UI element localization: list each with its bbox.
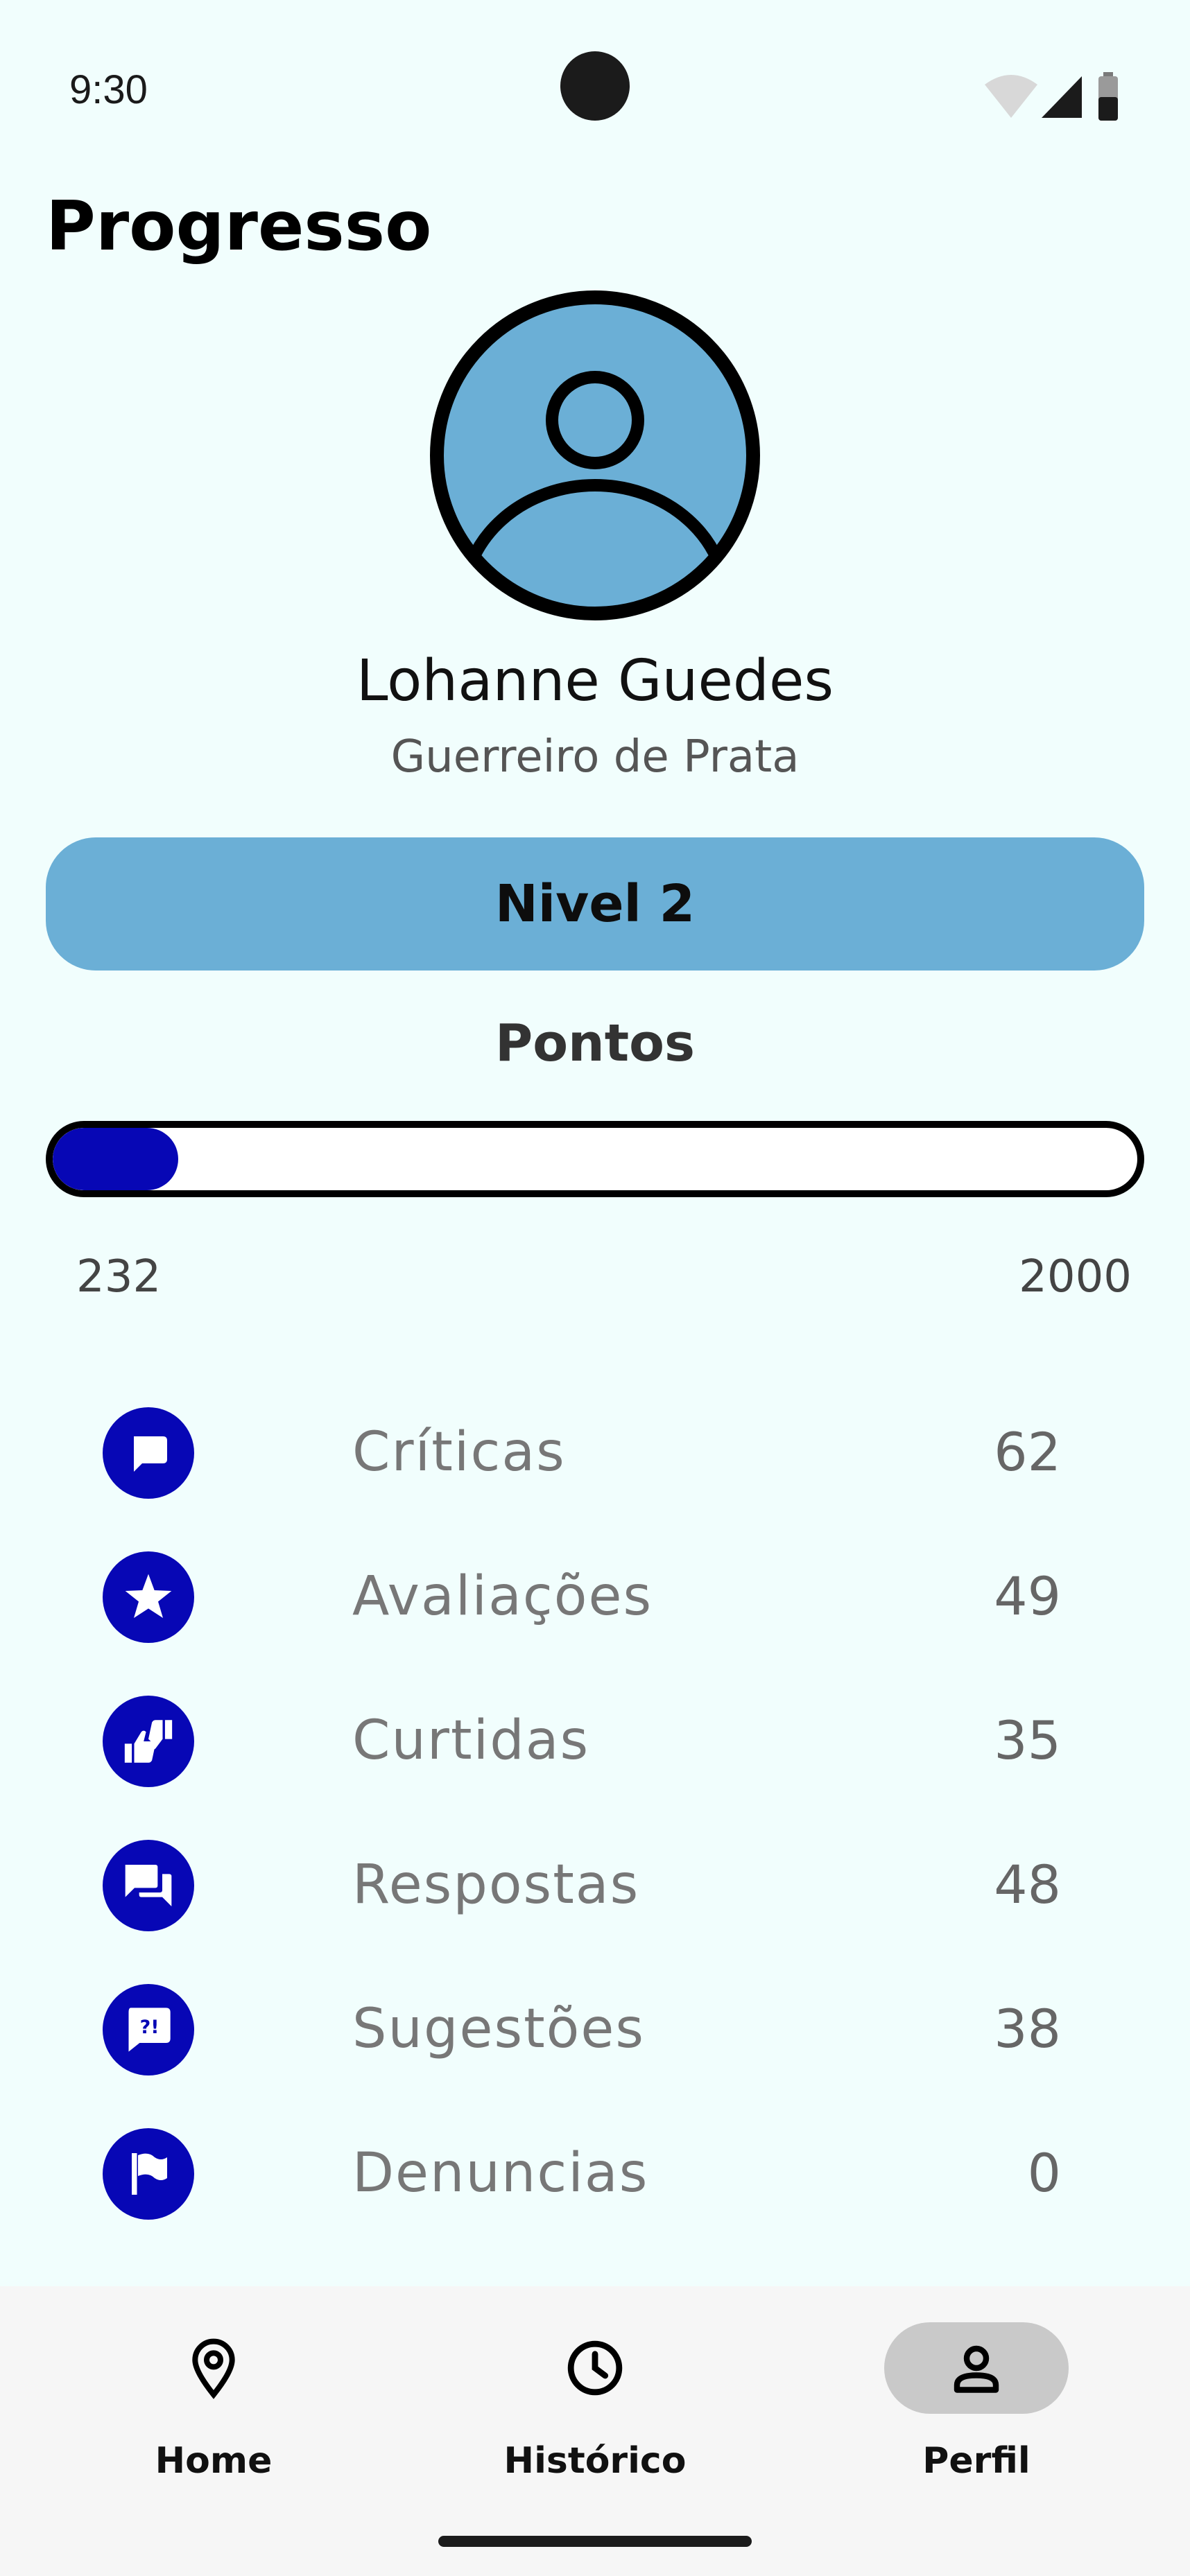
nav-active-indicator <box>884 2322 1069 2414</box>
stat-label: Avaliações <box>352 1565 653 1628</box>
battery-icon <box>1098 72 1118 121</box>
wifi-icon <box>985 75 1037 118</box>
stat-label: Críticas <box>352 1421 566 1483</box>
nav-home[interactable]: Home <box>89 2322 338 2503</box>
flag-icon <box>103 2128 194 2220</box>
stat-label: Denuncias <box>352 2142 649 2204</box>
signal-icon <box>1042 76 1082 118</box>
stat-value: 35 <box>994 1709 1061 1771</box>
stat-label: Respostas <box>352 1854 640 1916</box>
suggestion-icon: ?! <box>103 1984 194 2075</box>
bottom-navigation: Home Histórico Perfil <box>0 2286 1190 2576</box>
level-label: Nivel 2 <box>494 874 696 934</box>
stat-value: 48 <box>994 1854 1061 1915</box>
home-indicator[interactable] <box>438 2536 752 2547</box>
svg-text:?!: ?! <box>140 2017 159 2038</box>
stat-row-denuncias: Denuncias 0 <box>0 2102 1190 2246</box>
points-progress-bar <box>46 1121 1144 1197</box>
points-title: Pontos <box>494 1013 695 1073</box>
stat-value: 62 <box>994 1421 1061 1483</box>
stat-row-respostas: Respostas 48 <box>0 1813 1190 1958</box>
status-time: 9:30 <box>69 67 148 112</box>
user-name: Lohanne Guedes <box>356 648 834 714</box>
level-badge: Nivel 2 <box>46 837 1144 971</box>
chat-bubbles-icon <box>103 1840 194 1931</box>
avatar[interactable] <box>426 284 764 627</box>
stat-value: 38 <box>994 1998 1061 2060</box>
stat-row-curtidas: Curtidas 35 <box>0 1669 1190 1813</box>
location-pin-icon <box>192 2338 235 2399</box>
points-max: 2000 <box>1019 1251 1132 1303</box>
user-rank: Guerreiro de Prata <box>390 731 800 783</box>
page-title: Progresso <box>46 187 432 266</box>
clock-icon <box>567 2340 623 2396</box>
comment-icon <box>103 1407 194 1499</box>
stat-row-criticas: Críticas 62 <box>0 1381 1190 1525</box>
nav-label: Perfil <box>922 2440 1031 2482</box>
status-icons <box>985 72 1118 121</box>
stat-value: 0 <box>1027 2142 1061 2204</box>
nav-historico[interactable]: Histórico <box>470 2322 720 2503</box>
thumbs-up-down-icon <box>103 1696 194 1787</box>
stat-row-sugestoes: ?! Sugestões 38 <box>0 1958 1190 2102</box>
stat-value: 49 <box>994 1565 1061 1627</box>
nav-perfil[interactable]: Perfil <box>852 2322 1101 2503</box>
nav-label: Histórico <box>503 2440 687 2482</box>
nav-label: Home <box>155 2440 273 2482</box>
camera-cutout <box>560 51 630 121</box>
star-icon <box>103 1551 194 1643</box>
person-icon <box>954 2345 999 2393</box>
points-current: 232 <box>76 1251 162 1303</box>
points-progress-fill <box>53 1128 179 1190</box>
stat-label: Curtidas <box>352 1709 590 1772</box>
stat-row-avaliacoes: Avaliações 49 <box>0 1525 1190 1669</box>
stat-label: Sugestões <box>352 1998 646 2060</box>
